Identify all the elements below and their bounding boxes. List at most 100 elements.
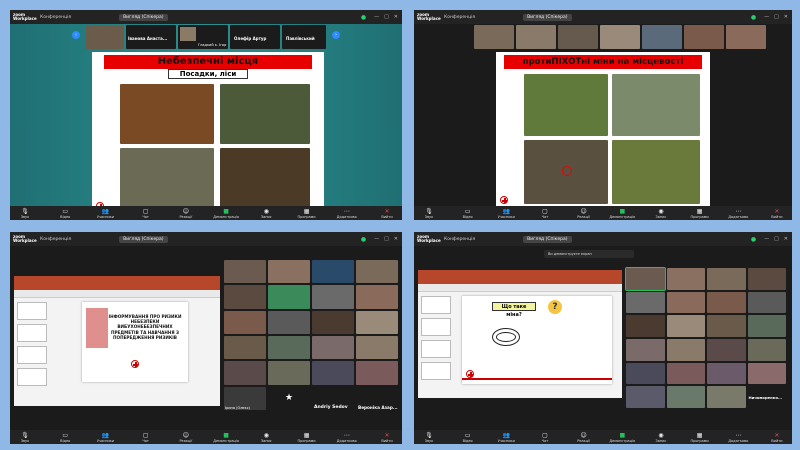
record-button[interactable]: ◉ Запис (652, 432, 670, 443)
minimize-icon[interactable]: — (374, 14, 379, 20)
maximize-icon[interactable]: □ (384, 14, 389, 20)
participant-tile[interactable] (626, 315, 665, 337)
next-page-arrow[interactable]: › (332, 31, 340, 39)
participant-tile[interactable] (356, 336, 398, 360)
reactions-button[interactable]: ☺ Реакції (177, 208, 195, 219)
participant-tile[interactable] (666, 338, 705, 361)
more-button[interactable]: ⋯ Додатково (337, 432, 357, 443)
minimize-icon[interactable]: — (764, 236, 769, 242)
close-icon[interactable]: ✕ (394, 14, 398, 20)
participant-tile[interactable] (707, 362, 746, 385)
participant-tile[interactable] (747, 315, 786, 337)
participants-button[interactable]: 👥 Учасники (497, 432, 515, 443)
mic-button[interactable]: 🎙 Звук (420, 432, 438, 443)
apps-button[interactable]: ▦ Програми (691, 432, 709, 443)
participant-tile[interactable] (356, 361, 398, 385)
slide-thumbnail[interactable] (421, 296, 451, 314)
share-button[interactable]: ■ Демонстрація (609, 432, 635, 443)
view-button[interactable]: Вигляд (Спікера) (523, 13, 572, 21)
participant-tile[interactable]: Іванова Анаста... (126, 25, 176, 49)
participants-button[interactable]: 👥 Учасники (96, 432, 114, 443)
video-button[interactable]: ▭ Відео (56, 432, 74, 443)
participant-tile[interactable] (268, 361, 310, 385)
record-button[interactable]: ◉ Запис (652, 208, 670, 219)
share-button[interactable]: ■ Демонстрація (213, 432, 239, 443)
more-button[interactable]: ⋯ Додатково (728, 432, 748, 443)
participant-tile[interactable] (224, 361, 266, 385)
minimize-icon[interactable]: — (764, 14, 769, 20)
participant-tile[interactable]: Ничипоренко... (747, 386, 786, 408)
participant-tile[interactable] (626, 386, 665, 408)
slide-thumbnail[interactable] (17, 346, 47, 364)
participant-tile[interactable] (356, 285, 398, 309)
slide-thumbnail[interactable] (17, 368, 47, 386)
participant-tile[interactable] (268, 310, 310, 334)
view-button[interactable]: Вигляд (Спікера) (119, 235, 168, 243)
participants-button[interactable]: 👥 Учасники (497, 208, 515, 219)
video-button[interactable]: ▭ Відео (56, 208, 74, 219)
participant-tile[interactable]: Вероніка Азар... (356, 386, 398, 410)
share-button[interactable]: ■ Демонстрація (213, 208, 239, 219)
participant-tile[interactable] (224, 285, 266, 309)
prev-page-arrow[interactable]: ‹ (72, 31, 80, 39)
participant-tile[interactable] (224, 336, 266, 360)
maximize-icon[interactable]: □ (774, 14, 779, 20)
participant-tile[interactable] (666, 315, 705, 337)
participant-tile[interactable] (707, 291, 746, 314)
participant-tile[interactable] (268, 260, 310, 284)
participant-tile[interactable] (626, 362, 665, 385)
participant-tile[interactable]: ★ (268, 386, 310, 410)
participant-tile[interactable] (474, 25, 514, 49)
slide-thumbnail[interactable] (17, 302, 47, 320)
apps-button[interactable]: ▦ Програми (297, 208, 315, 219)
record-button[interactable]: ◉ Запис (257, 432, 275, 443)
participant-tile[interactable] (356, 310, 398, 334)
share-button[interactable]: ■ Демонстрація (609, 208, 635, 219)
participant-tile[interactable]: Гладкий к. Ігор (178, 25, 228, 49)
slide-thumbnail[interactable] (421, 362, 451, 380)
participant-tile[interactable] (224, 310, 266, 334)
chat-button[interactable]: ▢ Чат (536, 208, 554, 219)
maximize-icon[interactable]: □ (384, 236, 389, 242)
reactions-button[interactable]: ☺ Реакції (575, 432, 593, 443)
record-button[interactable]: ◉ Запис (257, 208, 275, 219)
slide-thumbnail[interactable] (17, 324, 47, 342)
participant-tile[interactable] (312, 260, 354, 284)
participant-tile[interactable] (666, 386, 705, 408)
participant-tile[interactable] (707, 268, 746, 290)
video-button[interactable]: ▭ Відео (459, 208, 477, 219)
participant-tile[interactable] (600, 25, 640, 49)
participant-tile-active[interactable] (625, 267, 666, 291)
participant-tile[interactable] (312, 285, 354, 309)
mic-button[interactable]: 🎙 Звук (16, 432, 34, 443)
participant-tile[interactable] (86, 25, 124, 49)
participant-tile[interactable] (516, 25, 556, 49)
participant-tile[interactable] (666, 291, 705, 314)
minimize-icon[interactable]: — (374, 236, 379, 242)
participant-tile[interactable] (224, 260, 266, 284)
reactions-button[interactable]: ☺ Реакції (575, 208, 593, 219)
reactions-button[interactable]: ☺ Реакції (177, 432, 195, 443)
participant-tile[interactable] (268, 285, 310, 309)
participant-tile[interactable] (356, 260, 398, 284)
participant-tile[interactable]: Олефір Артур (230, 25, 280, 49)
participant-tile[interactable] (684, 25, 724, 49)
participant-tile[interactable]: Andriy Sedov (312, 386, 354, 410)
participant-tile[interactable] (558, 25, 598, 49)
close-icon[interactable]: ✕ (784, 14, 788, 20)
participant-tile[interactable] (747, 291, 786, 314)
view-button[interactable]: Вигляд (Спікера) (523, 235, 572, 243)
participant-tile[interactable] (726, 25, 766, 49)
more-button[interactable]: ⋯ Додатково (728, 208, 748, 219)
leave-button[interactable]: ✕ Вийти (378, 208, 396, 219)
slide-thumbnail[interactable] (421, 340, 451, 358)
slide-thumbnail[interactable] (421, 318, 451, 336)
participant-tile[interactable] (707, 315, 746, 337)
chat-button[interactable]: ▢ Чат (137, 208, 155, 219)
leave-button[interactable]: ✕ Вийти (768, 432, 786, 443)
participant-tile[interactable] (312, 361, 354, 385)
chat-button[interactable]: ▢ Чат (137, 432, 155, 443)
mic-button[interactable]: 🎙 Звук (420, 208, 438, 219)
close-icon[interactable]: ✕ (394, 236, 398, 242)
view-button[interactable]: Вигляд (Спікера) (119, 13, 168, 21)
